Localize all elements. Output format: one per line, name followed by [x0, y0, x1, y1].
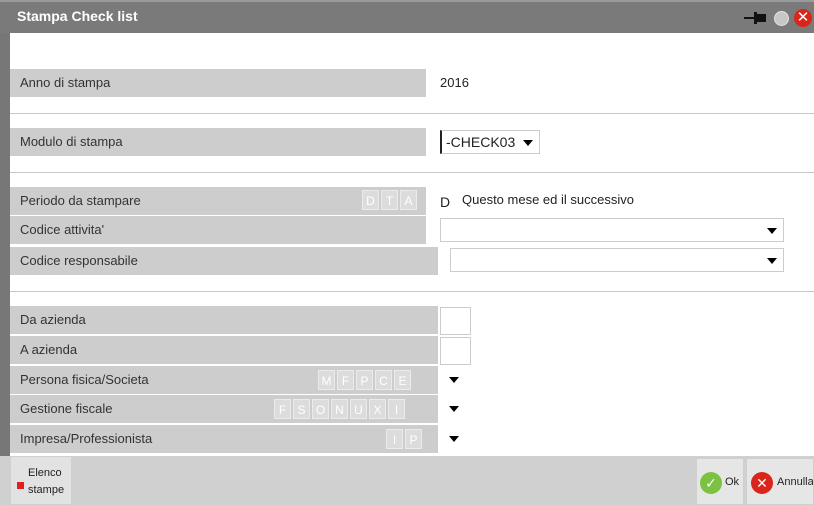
modulo-select[interactable]: -CHECK03 [440, 130, 540, 154]
bottom-toolbar [0, 456, 814, 505]
responsabile-label: Codice responsabile [10, 247, 438, 275]
window-titlebar: Stampa Check list ✕ [0, 0, 814, 33]
separator [10, 291, 814, 292]
gestione-option-u[interactable]: U [350, 399, 367, 419]
periodo-option-a[interactable]: A [400, 190, 417, 210]
attivita-label: Codice attivita' [10, 216, 426, 244]
chevron-down-icon [449, 436, 459, 442]
persona-option-e[interactable]: E [394, 370, 411, 390]
gestione-dropdown[interactable] [444, 398, 464, 420]
gestione-option-f[interactable]: F [274, 399, 291, 419]
periodo-description: Questo mese ed il successivo [462, 192, 634, 207]
persona-option-m[interactable]: M [318, 370, 335, 390]
chevron-down-icon [523, 140, 533, 146]
modulo-select-value: -CHECK03 [446, 134, 516, 150]
impresa-option-p[interactable]: P [405, 429, 422, 449]
check-icon: ✓ [700, 472, 722, 494]
periodo-input[interactable]: D [440, 194, 450, 210]
impresa-options: I P [386, 429, 424, 449]
chevron-down-icon [449, 377, 459, 383]
chevron-down-icon [767, 228, 777, 234]
gestione-option-s[interactable]: S [293, 399, 310, 419]
periodo-option-t[interactable]: T [381, 190, 398, 210]
attivita-select[interactable] [440, 218, 784, 242]
cancel-icon: ✕ [751, 472, 773, 494]
ok-label: Ok [725, 476, 740, 488]
persona-option-c[interactable]: C [375, 370, 392, 390]
gestione-option-o[interactable]: O [312, 399, 329, 419]
responsabile-select[interactable] [450, 248, 784, 272]
anno-value: 2016 [440, 75, 469, 90]
da-azienda-label: Da azienda [10, 306, 438, 334]
elenco-stampe-label: Elenco stampe [28, 465, 64, 499]
separator [10, 172, 814, 173]
gestione-option-i[interactable]: I [388, 399, 405, 419]
periodo-options: D T A [362, 190, 419, 210]
modulo-label: Modulo di stampa [10, 128, 426, 156]
gestione-option-x[interactable]: X [369, 399, 386, 419]
red-square-icon [17, 482, 24, 489]
elenco-line1: Elenco [28, 467, 62, 479]
impresa-label: Impresa/Professionista [10, 425, 438, 453]
minimize-icon[interactable] [770, 8, 792, 28]
window-title: Stampa Check list [17, 8, 138, 24]
impresa-option-i[interactable]: I [386, 429, 403, 449]
da-azienda-input[interactable] [440, 307, 471, 335]
persona-dropdown[interactable] [444, 369, 464, 391]
pin-icon[interactable] [742, 8, 770, 28]
a-azienda-input[interactable] [440, 337, 471, 365]
gestione-option-n[interactable]: N [331, 399, 348, 419]
annulla-label: Annulla [777, 476, 814, 488]
separator [10, 113, 814, 114]
impresa-dropdown[interactable] [444, 428, 464, 450]
chevron-down-icon [767, 258, 777, 264]
elenco-stampe-button[interactable]: Elenco stampe [10, 456, 72, 505]
a-azienda-label: A azienda [10, 336, 438, 364]
persona-option-p[interactable]: P [356, 370, 373, 390]
elenco-line2: stampe [28, 484, 65, 496]
chevron-down-icon [449, 406, 459, 412]
anno-label: Anno di stampa [10, 69, 426, 97]
window-controls: ✕ [742, 8, 814, 28]
persona-options: M F P C E [318, 370, 413, 390]
close-icon[interactable]: ✕ [792, 8, 814, 28]
persona-option-f[interactable]: F [337, 370, 354, 390]
ok-button[interactable]: ✓ Ok [696, 458, 744, 505]
gestione-options: F S O N U X I [274, 399, 407, 419]
periodo-option-d[interactable]: D [362, 190, 379, 210]
annulla-button[interactable]: ✕ Annulla [746, 458, 814, 505]
